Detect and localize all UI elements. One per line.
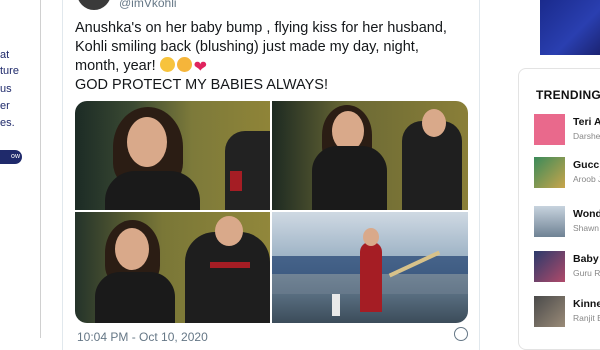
trending-thumbnail[interactable] — [534, 157, 565, 188]
tweet-handle[interactable]: @imVkohli — [119, 0, 177, 10]
smiling-face-emoji-icon — [159, 57, 175, 72]
face-shape — [127, 117, 167, 167]
figure-shape — [95, 272, 175, 323]
tweet-text-line: month, year! ❤ — [75, 57, 475, 76]
trending-thumbnail[interactable] — [534, 206, 565, 237]
trending-thumbnail[interactable] — [534, 296, 565, 327]
embedded-tweet[interactable]: @imVkohli Anushka's on her baby bump , f… — [62, 0, 480, 350]
trending-item-artist: Ranjit E — [573, 313, 600, 323]
face-shape — [115, 228, 149, 270]
trending-item-title[interactable]: Teri A — [573, 116, 600, 128]
face-shape — [363, 228, 379, 246]
trending-item-artist: Shawn — [573, 223, 599, 233]
tweet-text-line: Anushka's on her baby bump , flying kiss… — [75, 20, 447, 36]
promo-cta-button[interactable]: ow — [0, 150, 22, 164]
trending-item[interactable]: Kinne Ranjit E — [534, 296, 600, 328]
face-shape — [332, 111, 364, 151]
trending-thumbnail[interactable] — [534, 114, 565, 145]
trending-item-title[interactable]: Baby G — [573, 253, 600, 265]
trending-item[interactable]: Wond Shawn — [534, 206, 600, 238]
trending-panel: TRENDING Teri A Darshe Gucci Aroob J Won… — [518, 68, 600, 350]
trending-title: TRENDING — [536, 88, 600, 102]
trending-item[interactable]: Gucci Aroob J — [534, 157, 600, 189]
tweet-text: Anushka's on her baby bump , flying kiss… — [75, 19, 475, 95]
promo-text-line: er — [0, 100, 10, 112]
tweet-timestamp[interactable]: 10:04 PM - Oct 10, 2020 — [77, 330, 208, 344]
tweet-photo-grid — [75, 101, 468, 323]
ad-banner[interactable] — [540, 0, 600, 55]
figure-shape — [105, 171, 200, 210]
tweet-photo[interactable] — [272, 101, 468, 210]
info-icon[interactable] — [454, 327, 468, 341]
tweet-text-segment: month, year! — [75, 58, 156, 74]
promo-text-line: us — [0, 83, 12, 95]
face-shape — [215, 216, 243, 246]
tweet-text-line: GOD PROTECT MY BABIES ALWAYS! — [75, 77, 329, 93]
smiling-face-with-hearts-emoji-icon — [176, 57, 192, 72]
trending-item[interactable]: Teri A Darshe — [534, 114, 600, 146]
tweet-text-line: Kohli smiling back (blushing) just made … — [75, 39, 419, 55]
left-promo-column: at ture us er es. ow — [0, 0, 41, 338]
trending-item-title[interactable]: Wond — [573, 208, 600, 220]
figure-shape — [312, 146, 387, 210]
figure-shape — [332, 294, 340, 316]
tweet-photo[interactable] — [75, 101, 270, 210]
tweet-photo[interactable] — [75, 212, 270, 323]
red-heart-emoji-icon: ❤ — [193, 59, 208, 76]
promo-text-line: ture — [0, 65, 19, 77]
trending-thumbnail[interactable] — [534, 251, 565, 282]
trending-item-artist: Aroob J — [573, 174, 600, 184]
avatar[interactable] — [77, 0, 111, 10]
jersey-detail-shape — [230, 171, 242, 191]
trending-item-title[interactable]: Kinne — [573, 298, 600, 310]
trending-item-artist: Darshe — [573, 131, 600, 141]
trending-item[interactable]: Baby G Guru R — [534, 251, 600, 283]
promo-text-line: es. — [0, 117, 15, 129]
tweet-photo[interactable] — [272, 212, 468, 323]
player-shape — [360, 242, 382, 312]
face-shape — [422, 109, 446, 137]
trending-item-artist: Guru R — [573, 268, 600, 278]
jersey-detail-shape — [210, 262, 250, 268]
trending-item-title[interactable]: Gucci — [573, 159, 600, 171]
promo-text-line: at — [0, 49, 10, 61]
